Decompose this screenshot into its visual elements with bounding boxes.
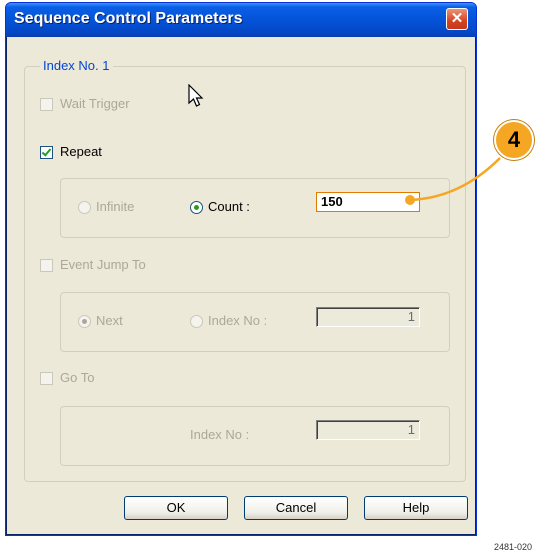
figure-id: 2481-020 — [493, 542, 532, 552]
event-index-label: Index No : — [208, 313, 268, 328]
event-jump-label: Event Jump To — [60, 257, 146, 272]
repeat-label: Repeat — [60, 144, 102, 159]
wait-trigger-checkbox[interactable] — [40, 98, 53, 111]
title-bar[interactable]: Sequence Control Parameters ✕ — [6, 3, 476, 37]
cancel-button[interactable]: Cancel — [244, 496, 348, 520]
go-to-label: Go To — [60, 370, 95, 385]
event-index-radio[interactable] — [190, 315, 203, 328]
count-label: Count : — [208, 199, 250, 214]
callout-badge: 4 — [494, 120, 534, 160]
infinite-radio[interactable] — [78, 201, 91, 214]
dialog-title: Sequence Control Parameters — [14, 10, 243, 27]
next-label: Next — [96, 313, 123, 328]
mouse-cursor-icon — [188, 84, 204, 107]
go-to-index-input[interactable]: 1 — [316, 420, 420, 440]
wait-trigger-label: Wait Trigger — [60, 96, 130, 111]
radio-selected-dot — [194, 205, 199, 210]
help-button[interactable]: Help — [364, 496, 468, 520]
ok-button[interactable]: OK — [124, 496, 228, 520]
group-legend: Index No. 1 — [40, 58, 113, 73]
go-to-checkbox[interactable] — [40, 372, 53, 385]
callout-leader-line — [405, 157, 501, 205]
radio-selected-dot — [82, 319, 87, 324]
count-radio[interactable] — [190, 201, 203, 214]
close-icon[interactable]: ✕ — [446, 8, 468, 30]
repeat-checkbox[interactable] — [40, 146, 53, 159]
next-radio[interactable] — [78, 315, 91, 328]
event-jump-checkbox[interactable] — [40, 259, 53, 272]
go-to-index-label: Index No : — [190, 427, 250, 442]
checkmark-icon — [41, 146, 52, 157]
infinite-label: Infinite — [96, 199, 135, 214]
event-index-input[interactable]: 1 — [316, 307, 420, 327]
